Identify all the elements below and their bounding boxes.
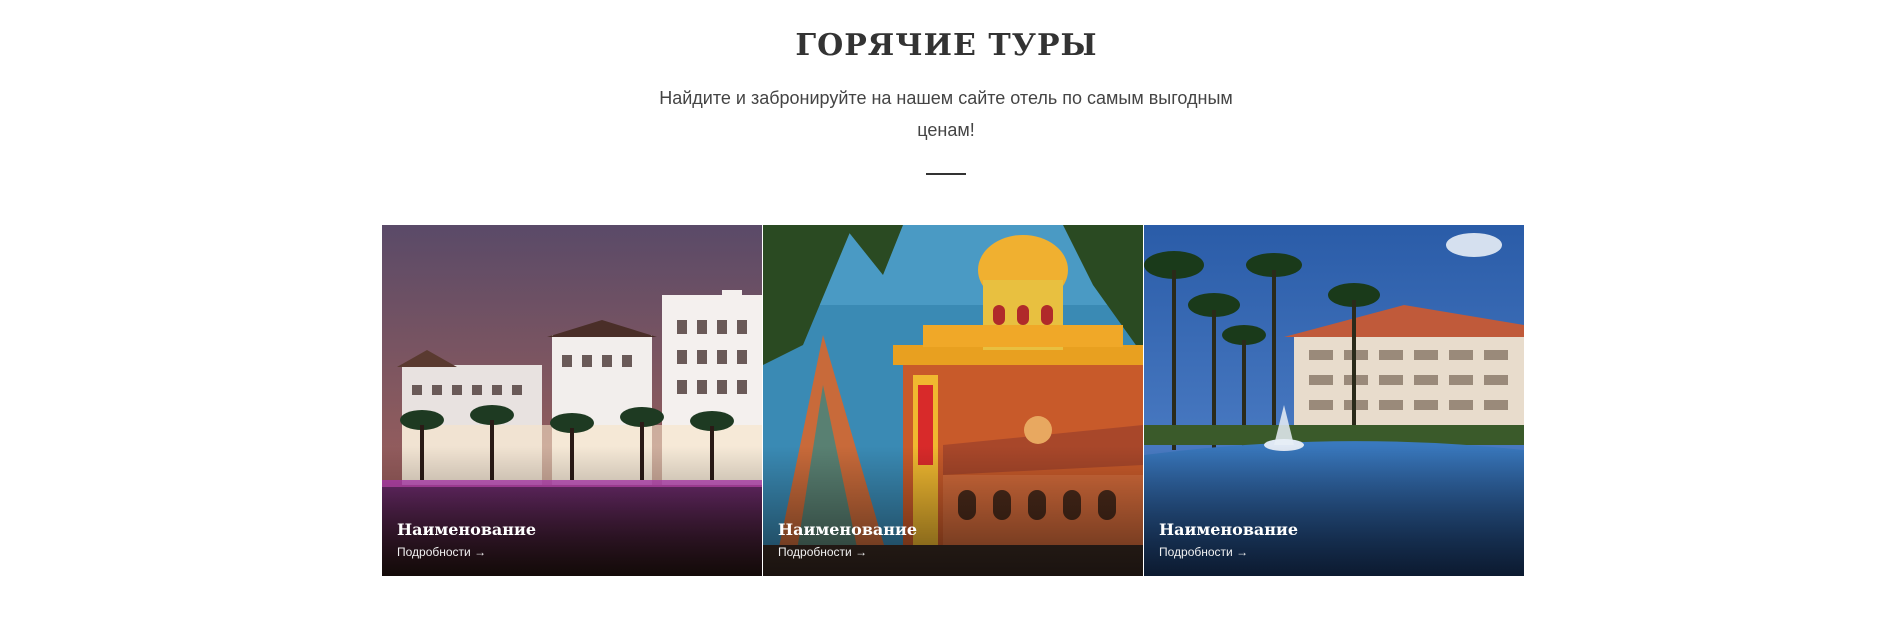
details-link[interactable]: Подробности → [778,545,867,559]
card-title: Наименование [397,520,537,539]
tour-card[interactable]: Наименование Подробности → [763,225,1143,576]
card-title: Наименование [778,520,918,539]
title-divider [926,173,966,175]
hot-tours-section: ГОРЯЧИЕ ТУРЫ Найдите и забронируйте на н… [0,0,1893,631]
details-link[interactable]: Подробности → [397,545,486,559]
card-title: Наименование [1159,520,1299,539]
details-link[interactable]: Подробности → [1159,545,1248,559]
section-title: ГОРЯЧИЕ ТУРЫ [795,28,1098,63]
tour-card[interactable]: Наименование Подробности → [1144,225,1524,576]
tour-cards: Наименование Подробности → Наименование … [382,225,1524,576]
tour-card[interactable]: Наименование Подробности → [382,225,762,576]
section-subtitle: Найдите и забронируйте на нашем сайте от… [659,88,1233,140]
